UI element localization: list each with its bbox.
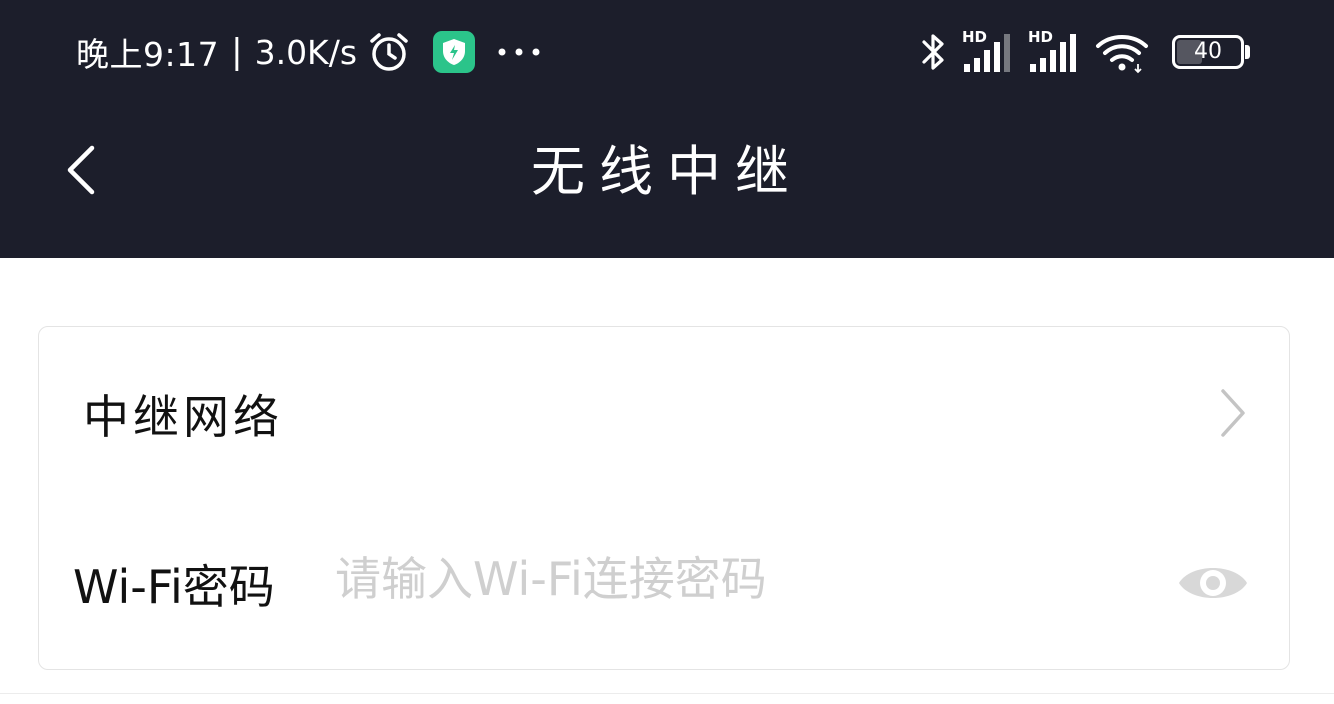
status-right: HD HD 40 bbox=[918, 28, 1250, 76]
signal-hd-icon bbox=[962, 30, 1014, 74]
network-speed: 3.0K/s bbox=[254, 32, 358, 72]
relay-network-row[interactable]: 中继网络 bbox=[39, 327, 1289, 497]
wifi-icon bbox=[1094, 30, 1150, 74]
battery-icon: 40 bbox=[1172, 35, 1250, 69]
page-title: 无线中继 bbox=[531, 140, 803, 203]
title-bar: 无线中继 bbox=[0, 104, 1334, 258]
status-left: 晚上9:17 | 3.0K/s bbox=[76, 28, 541, 76]
signal-sim1: HD bbox=[962, 30, 1014, 74]
bluetooth-icon bbox=[918, 30, 948, 74]
battery-tip bbox=[1245, 45, 1250, 59]
settings-card: 中继网络 Wi-Fi密码 bbox=[38, 326, 1290, 670]
wifi-password-row: Wi-Fi密码 bbox=[39, 499, 1289, 669]
status-bar: 晚上9:17 | 3.0K/s HD HD 40 bbox=[0, 0, 1334, 104]
signal-hd-icon bbox=[1028, 30, 1080, 74]
alarm-clock-icon bbox=[367, 30, 411, 74]
battery-level: 40 bbox=[1194, 39, 1222, 64]
status-separator: | bbox=[231, 32, 243, 72]
wifi-password-input[interactable] bbox=[335, 539, 1155, 619]
relay-network-label: 中继网络 bbox=[83, 390, 283, 444]
bottom-divider bbox=[0, 693, 1334, 694]
chevron-right-icon bbox=[1215, 385, 1251, 445]
signal-sim2: HD bbox=[1028, 30, 1080, 74]
more-dots-icon bbox=[497, 47, 541, 57]
eye-icon[interactable] bbox=[1177, 557, 1249, 613]
header-area: 晚上9:17 | 3.0K/s HD HD 40 无线中继 bbox=[0, 0, 1334, 258]
security-shield-icon bbox=[433, 31, 476, 73]
status-time: 晚上9:17 bbox=[76, 35, 220, 74]
wifi-password-label: Wi-Fi密码 bbox=[73, 560, 275, 614]
